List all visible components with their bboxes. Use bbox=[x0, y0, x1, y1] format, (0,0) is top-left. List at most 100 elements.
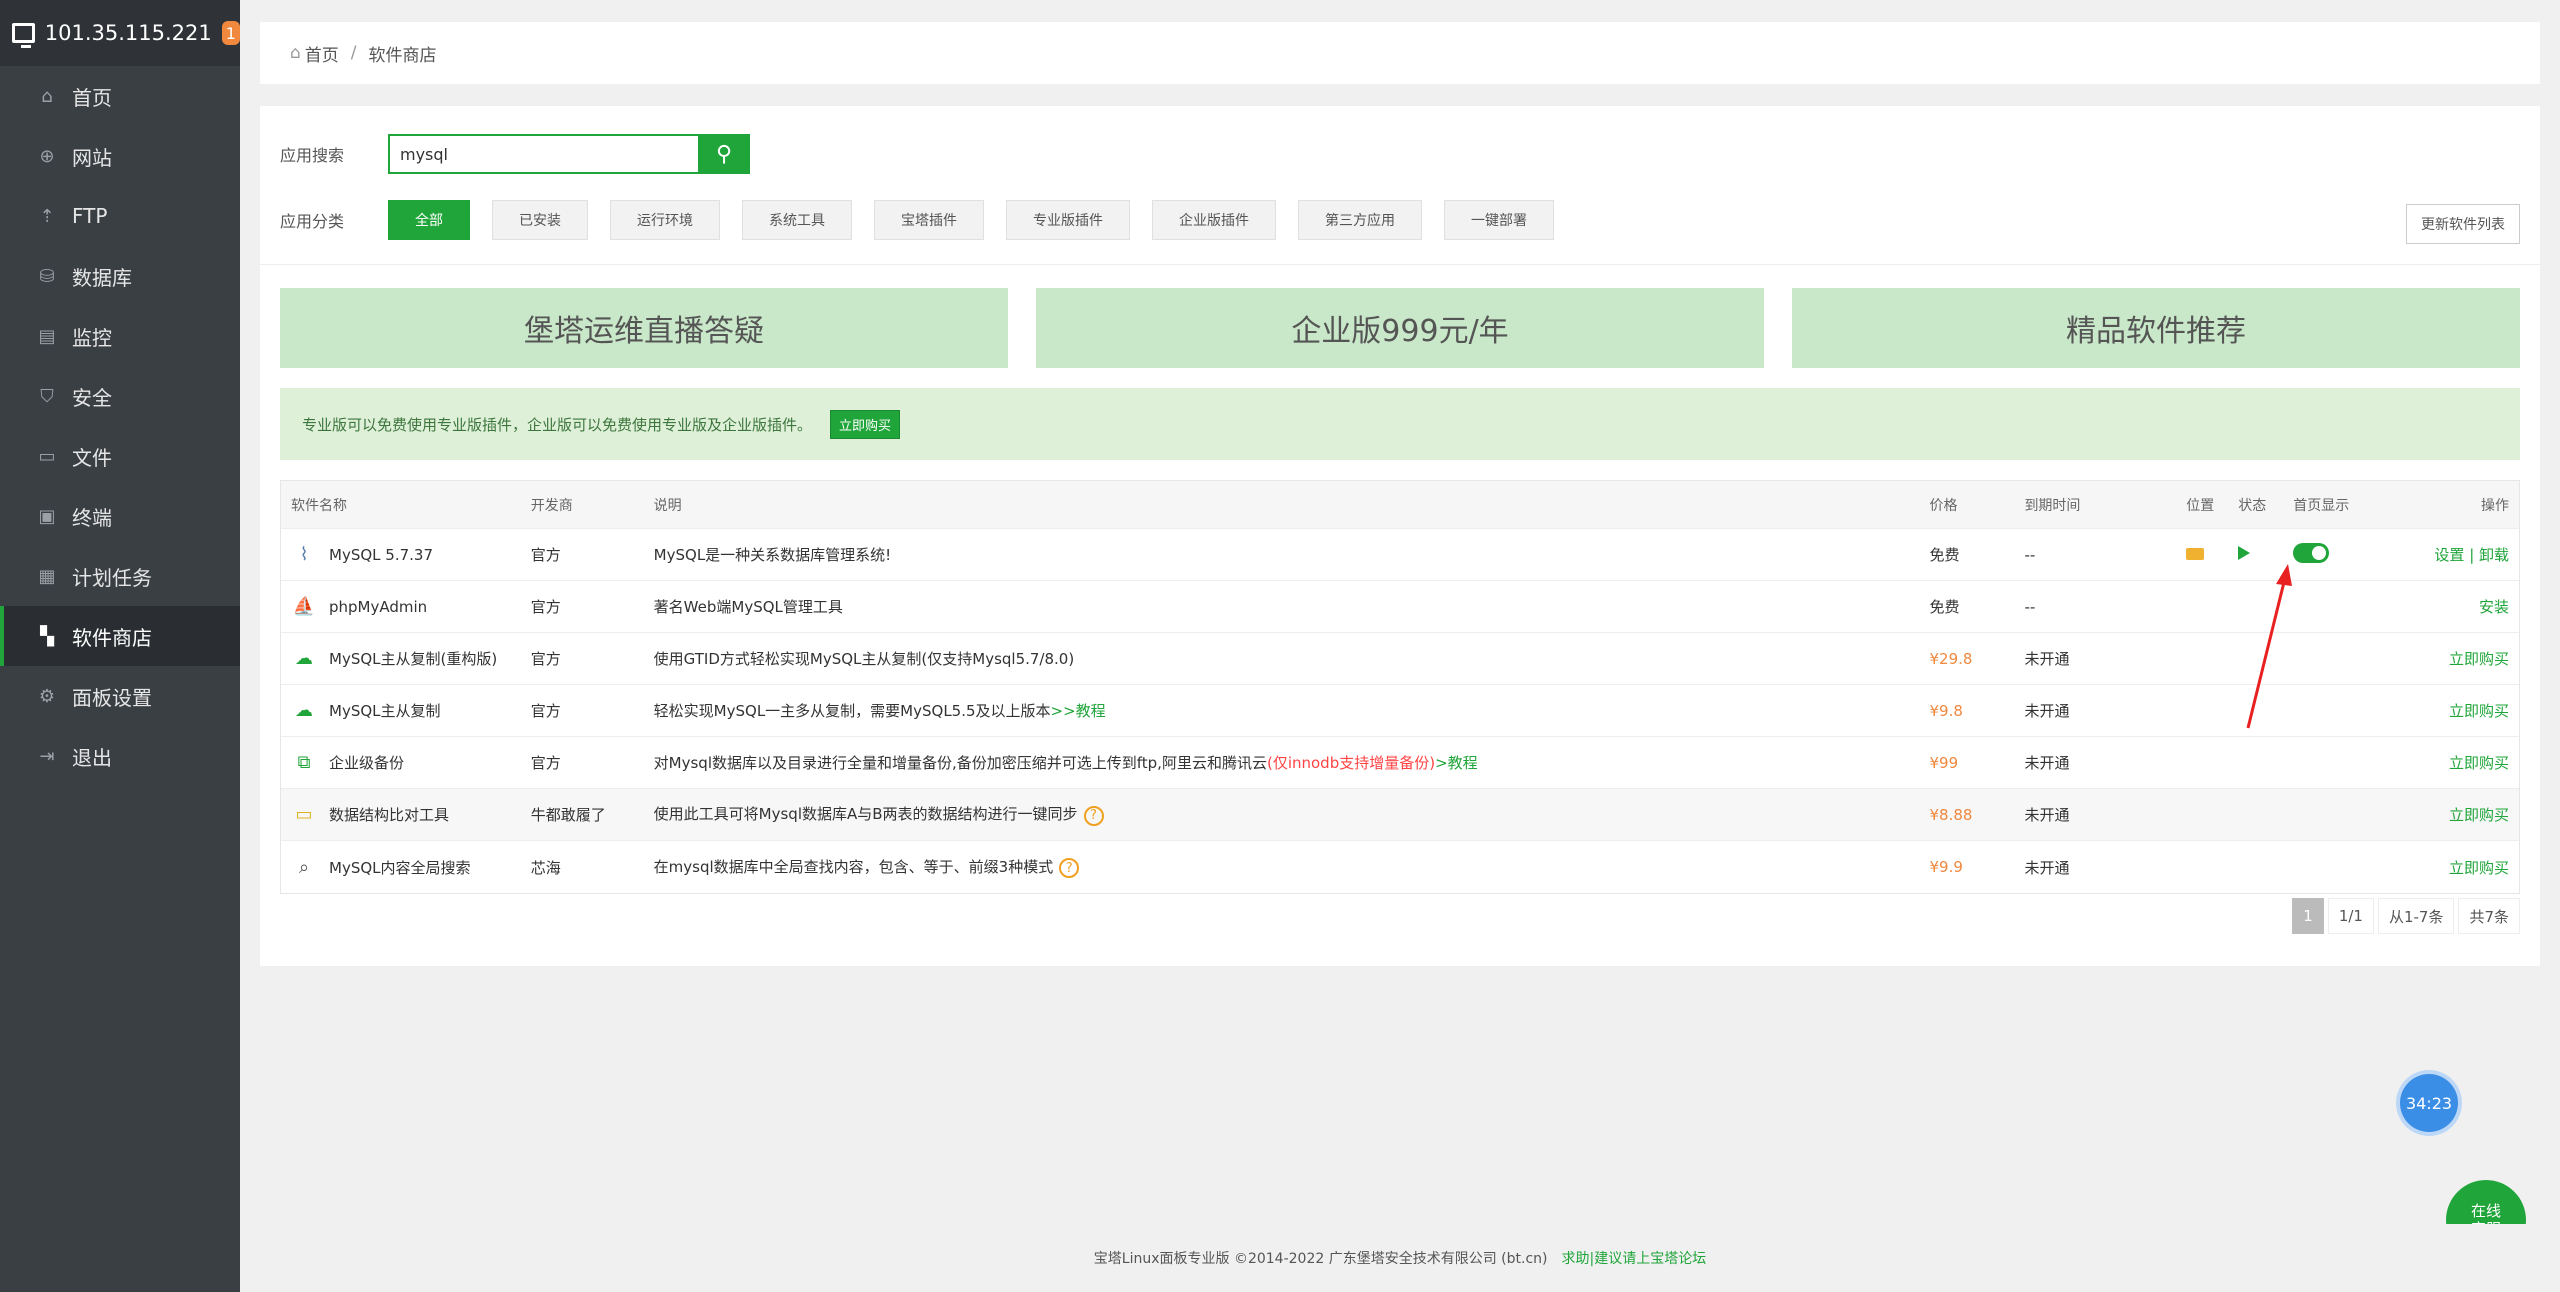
tutorial-link[interactable]: >>教程 bbox=[1051, 702, 1106, 720]
category-installed[interactable]: 已安装 bbox=[492, 200, 588, 240]
buy-link[interactable]: 立即购买 bbox=[2383, 700, 2519, 721]
home-icon: ⌂ bbox=[41, 85, 53, 107]
app-name[interactable]: MySQL内容全局搜索 bbox=[329, 857, 471, 878]
banner-recommended[interactable]: 精品软件推荐 bbox=[1792, 288, 2520, 368]
app-name[interactable]: 企业级备份 bbox=[329, 752, 404, 773]
app-name[interactable]: MySQL主从复制 bbox=[329, 700, 441, 721]
buy-link[interactable]: 立即购买 bbox=[2383, 857, 2519, 878]
expire: 未开通 bbox=[2024, 650, 2070, 668]
play-icon[interactable] bbox=[2238, 545, 2251, 560]
category-enterprise-plugins[interactable]: 企业版插件 bbox=[1152, 200, 1276, 240]
sidebar-item-terminal[interactable]: ▣ 终端 bbox=[0, 486, 240, 546]
sidebar-item-ftp[interactable]: ⇡ FTP bbox=[0, 186, 240, 246]
sidebar-item-software-store[interactable]: ▚ 软件商店 bbox=[0, 606, 240, 666]
banner-live-qa[interactable]: 堡塔运维直播答疑 bbox=[280, 288, 1008, 368]
sidebar-item-label: 计划任务 bbox=[72, 565, 152, 590]
monitor-icon bbox=[12, 23, 35, 48]
description-text: 使用此工具可将Mysql数据库A与B两表的数据结构进行一键同步 bbox=[653, 805, 1078, 824]
sidebar-item-panel-settings[interactable]: ⚙ 面板设置 bbox=[0, 666, 240, 726]
server-header[interactable]: 101.35.115.221 1 bbox=[0, 0, 240, 66]
annotation-arrow bbox=[2246, 564, 2292, 729]
sidebar-item-label: 数据库 bbox=[72, 265, 132, 290]
app-name[interactable]: 数据结构比对工具 bbox=[329, 804, 449, 825]
buy-now-button[interactable]: 立即购买 bbox=[830, 409, 901, 439]
description-text: 对Mysql数据库以及目录进行全量和增量备份,备份加密压缩并可选上传到ftp,阿… bbox=[653, 754, 1267, 772]
shield-icon: ⛉ bbox=[40, 385, 54, 407]
category-third-party[interactable]: 第三方应用 bbox=[1298, 200, 1422, 240]
sidebar-item-home[interactable]: ⌂ 首页 bbox=[0, 66, 240, 126]
terminal-icon: ▣ bbox=[38, 505, 56, 527]
footer-forum-link[interactable]: 求助|建议请上宝塔论坛 bbox=[1561, 1248, 1706, 1268]
app-name[interactable]: MySQL 5.7.37 bbox=[329, 546, 433, 564]
buy-link[interactable]: 立即购买 bbox=[2383, 804, 2519, 825]
search-button[interactable]: ⚲ bbox=[698, 134, 750, 174]
description-text: 在mysql数据库中全局查找内容，包含、等于、前缀3种模式 bbox=[653, 857, 1054, 876]
developer: 官方 bbox=[530, 598, 561, 616]
col-developer: 开发商 bbox=[530, 497, 573, 514]
sidebar-item-label: 首页 bbox=[72, 85, 112, 110]
buy-link[interactable]: 立即购买 bbox=[2383, 752, 2519, 773]
chat-label-line1: 在线 bbox=[2470, 1202, 2501, 1220]
category-one-click-deploy[interactable]: 一键部署 bbox=[1444, 200, 1554, 240]
price: ¥8.88 bbox=[1929, 805, 1973, 824]
developer: 牛都敢履了 bbox=[530, 806, 606, 824]
description: 在mysql数据库中全局查找内容，包含、等于、前缀3种模式? bbox=[654, 856, 1930, 879]
buy-link[interactable]: 立即购买 bbox=[2383, 648, 2519, 669]
folder-icon: ▭ bbox=[38, 445, 56, 467]
app-name[interactable]: phpMyAdmin bbox=[329, 598, 427, 616]
sidebar-item-label: 面板设置 bbox=[72, 685, 152, 710]
server-ip: 101.35.115.221 bbox=[44, 21, 212, 45]
category-runtime[interactable]: 运行环境 bbox=[610, 200, 720, 240]
timer-badge[interactable]: 34:23 bbox=[2400, 1074, 2458, 1132]
description: 轻松实现MySQL一主多从复制，需要MySQL5.5及以上版本>>教程 bbox=[654, 700, 1930, 721]
search-input[interactable] bbox=[388, 134, 698, 174]
row-actions[interactable]: 设置 | 卸载 bbox=[2383, 544, 2519, 565]
help-icon[interactable]: ? bbox=[1059, 858, 1080, 879]
install-link[interactable]: 安装 bbox=[2383, 596, 2519, 617]
search-row: 应用搜索 ⚲ bbox=[280, 134, 750, 174]
pagination: 1 1/1 从1-7条 共7条 bbox=[2288, 898, 2520, 934]
app-name[interactable]: MySQL主从复制(重构版) bbox=[329, 648, 497, 669]
calendar-icon: ▦ bbox=[38, 565, 56, 587]
help-icon[interactable]: ? bbox=[1083, 805, 1104, 826]
sidebar-item-security[interactable]: ⛉ 安全 bbox=[0, 366, 240, 426]
expire: -- bbox=[2024, 597, 2036, 616]
sidebar-item-logout[interactable]: ⇥ 退出 bbox=[0, 726, 240, 786]
phpmyadmin-icon: ⛵ bbox=[292, 596, 316, 617]
breadcrumb-home[interactable]: 首页 bbox=[305, 41, 339, 66]
table-row: ▭ 数据结构比对工具 牛都敢履了 使用此工具可将Mysql数据库A与B两表的数据结… bbox=[281, 789, 2519, 841]
banner-row: 堡塔运维直播答疑 企业版999元/年 精品软件推荐 bbox=[280, 288, 2520, 368]
page-count: 1/1 bbox=[2327, 898, 2374, 934]
category-pro-plugins[interactable]: 专业版插件 bbox=[1006, 200, 1130, 240]
page-total: 共7条 bbox=[2458, 898, 2520, 934]
sidebar-item-label: 退出 bbox=[72, 745, 112, 770]
page-current[interactable]: 1 bbox=[2292, 898, 2324, 934]
col-operation: 操作 bbox=[2481, 497, 2510, 514]
sidebar-item-files[interactable]: ▭ 文件 bbox=[0, 426, 240, 486]
category-bt-plugins[interactable]: 宝塔插件 bbox=[874, 200, 984, 240]
sidebar-item-label: 软件商店 bbox=[72, 625, 152, 650]
grid-icon: ▚ bbox=[40, 625, 54, 647]
sidebar-item-database[interactable]: ⛁ 数据库 bbox=[0, 246, 240, 306]
col-expire: 到期时间 bbox=[2024, 497, 2081, 514]
table-header: 软件名称 开发商 说明 价格 到期时间 位置 状态 首页显示 操作 bbox=[281, 481, 2519, 529]
sidebar-item-monitor[interactable]: ▤ 监控 bbox=[0, 306, 240, 366]
tutorial-link[interactable]: >教程 bbox=[1435, 754, 1478, 772]
folder-icon[interactable] bbox=[2186, 547, 2205, 560]
description-text: 轻松实现MySQL一主多从复制，需要MySQL5.5及以上版本 bbox=[653, 702, 1051, 720]
notification-badge[interactable]: 1 bbox=[221, 21, 240, 45]
category-system-tools[interactable]: 系统工具 bbox=[742, 200, 852, 240]
breadcrumb-separator: / bbox=[350, 43, 357, 63]
sidebar-item-website[interactable]: ⊕ 网站 bbox=[0, 126, 240, 186]
price: ¥99 bbox=[1929, 753, 1959, 772]
col-description: 说明 bbox=[653, 497, 682, 514]
category-all[interactable]: 全部 bbox=[388, 200, 470, 240]
table-row: ⌕ MySQL内容全局搜索 芯海 在mysql数据库中全局查找内容，包含、等于、前… bbox=[281, 841, 2519, 893]
divider bbox=[260, 264, 2540, 265]
update-software-list-button[interactable]: 更新软件列表 bbox=[2406, 204, 2520, 244]
description: MySQL是一种关系数据库管理系统! bbox=[653, 546, 892, 564]
software-table: 软件名称 开发商 说明 价格 到期时间 位置 状态 首页显示 操作 ⌇ MySQL… bbox=[280, 480, 2520, 894]
banner-enterprise-price[interactable]: 企业版999元/年 bbox=[1036, 288, 1764, 368]
sidebar-item-cron[interactable]: ▦ 计划任务 bbox=[0, 546, 240, 606]
search-label: 应用搜索 bbox=[280, 146, 345, 165]
